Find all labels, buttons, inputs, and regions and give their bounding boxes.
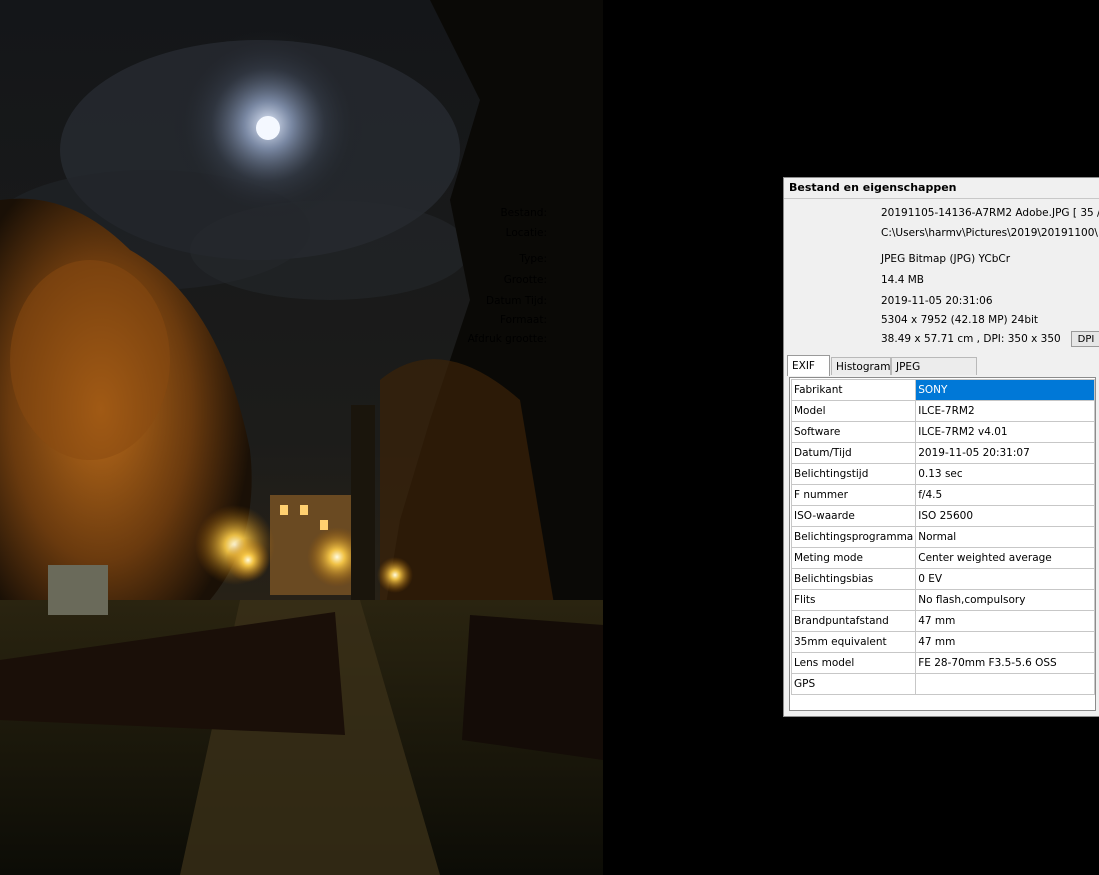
prop-value: 38.49 x 57.71 cm , DPI: 350 x 350 <box>881 333 1061 345</box>
table-row[interactable]: 35mm equivalent 47 mm <box>790 631 1095 653</box>
prop-label: Grootte: <box>503 274 547 286</box>
exif-value: FE 28-70mm F3.5-5.6 OSS <box>915 652 1095 674</box>
exif-value: f/4.5 <box>915 484 1095 506</box>
night-park-photo <box>0 0 603 875</box>
table-row[interactable]: Belichtingsprogramma Normal <box>790 526 1095 548</box>
exif-value <box>915 673 1095 695</box>
exif-value: SONY <box>915 379 1095 401</box>
table-row[interactable]: Software ILCE-7RM2 v4.01 <box>790 421 1095 443</box>
exif-key: F nummer <box>790 484 917 506</box>
exif-key: GPS <box>790 673 917 695</box>
prop-value: C:\Users\harmv\Pictures\2019\20191100\ <box>881 227 1098 239</box>
exif-value: 0.13 sec <box>915 463 1095 485</box>
prop-label: Type: <box>519 253 547 265</box>
table-row[interactable]: Belichtingsbias 0 EV <box>790 568 1095 590</box>
prop-label: Afdruk grootte: <box>467 333 547 345</box>
prop-value: 5304 x 7952 (42.18 MP) 24bit <box>881 314 1039 326</box>
exif-key: Fabrikant <box>790 379 917 401</box>
exif-value: ILCE-7RM2 <box>915 400 1095 422</box>
table-row[interactable]: Model ILCE-7RM2 <box>790 400 1095 422</box>
exif-key: Belichtingstijd <box>790 463 917 485</box>
tab-jpeg-opmerking[interactable]: JPEG opmerking <box>891 357 977 391</box>
exif-key: Model <box>790 400 917 422</box>
table-row[interactable]: F nummer f/4.5 <box>790 484 1095 506</box>
table-row[interactable]: Brandpuntafstand 47 mm <box>790 610 1095 632</box>
exif-value: No flash,compulsory <box>915 589 1095 611</box>
panel-title: Bestand en eigenschappen <box>784 178 1099 199</box>
prop-label: Formaat: <box>500 314 547 326</box>
exif-key: Software <box>790 421 917 443</box>
photo-viewer[interactable] <box>0 0 603 875</box>
prop-label: Bestand: <box>500 207 547 219</box>
exif-grid[interactable]: Fabrikant SONY Model ILCE-7RM2 Software ILC… <box>789 377 1096 711</box>
exif-key: ISO-waarde <box>790 505 917 527</box>
prop-label: Datum Tijd: <box>486 295 547 307</box>
exif-key: Datum/Tijd <box>790 442 917 464</box>
exif-key: Brandpuntafstand <box>790 610 917 632</box>
exif-value: Normal <box>915 526 1095 548</box>
exif-key: Meting mode <box>790 547 917 569</box>
table-row[interactable]: Fabrikant SONY <box>790 379 1095 401</box>
prop-value: 14.4 MB <box>881 274 924 286</box>
table-row[interactable]: GPS <box>790 673 1095 695</box>
prop-value: 2019-11-05 20:31:06 <box>881 295 993 307</box>
exif-value: 47 mm <box>915 631 1095 653</box>
exif-key: 35mm equivalent <box>790 631 917 653</box>
prop-value: 20191105-14136-A7RM2 Adobe.JPG [ 35 / 2 <box>881 207 1099 219</box>
tab-histogram[interactable]: Histogram <box>831 357 891 375</box>
exif-table: Fabrikant SONY Model ILCE-7RM2 Software ILC… <box>790 379 1095 695</box>
prop-value: JPEG Bitmap (JPG) YCbCr <box>881 253 1011 265</box>
exif-value: 47 mm <box>915 610 1095 632</box>
tab-exif[interactable]: EXIF <box>787 355 830 376</box>
table-row[interactable]: Lens model FE 28-70mm F3.5-5.6 OSS <box>790 652 1095 674</box>
table-row[interactable]: Belichtingstijd 0.13 sec <box>790 463 1095 485</box>
exif-value: Center weighted average <box>915 547 1095 569</box>
exif-key: Belichtingsbias <box>790 568 917 590</box>
table-row[interactable]: Flits No flash,compulsory <box>790 589 1095 611</box>
table-row[interactable]: Meting mode Center weighted average <box>790 547 1095 569</box>
exif-value: 2019-11-05 20:31:07 <box>915 442 1095 464</box>
exif-key: Lens model <box>790 652 917 674</box>
dpi-button[interactable]: DPI <box>1071 331 1099 347</box>
exif-key: Flits <box>790 589 917 611</box>
exif-value: ILCE-7RM2 v4.01 <box>915 421 1095 443</box>
table-row[interactable]: Datum/Tijd 2019-11-05 20:31:07 <box>790 442 1095 464</box>
prop-label: Locatie: <box>505 227 547 239</box>
exif-value: 0 EV <box>915 568 1095 590</box>
exif-value: ISO 25600 <box>915 505 1095 527</box>
table-row[interactable]: ISO-waarde ISO 25600 <box>790 505 1095 527</box>
file-properties-panel: Bestand en eigenschappen Bestand: 201911… <box>468 177 1099 717</box>
exif-key: Belichtingsprogramma <box>790 526 917 548</box>
